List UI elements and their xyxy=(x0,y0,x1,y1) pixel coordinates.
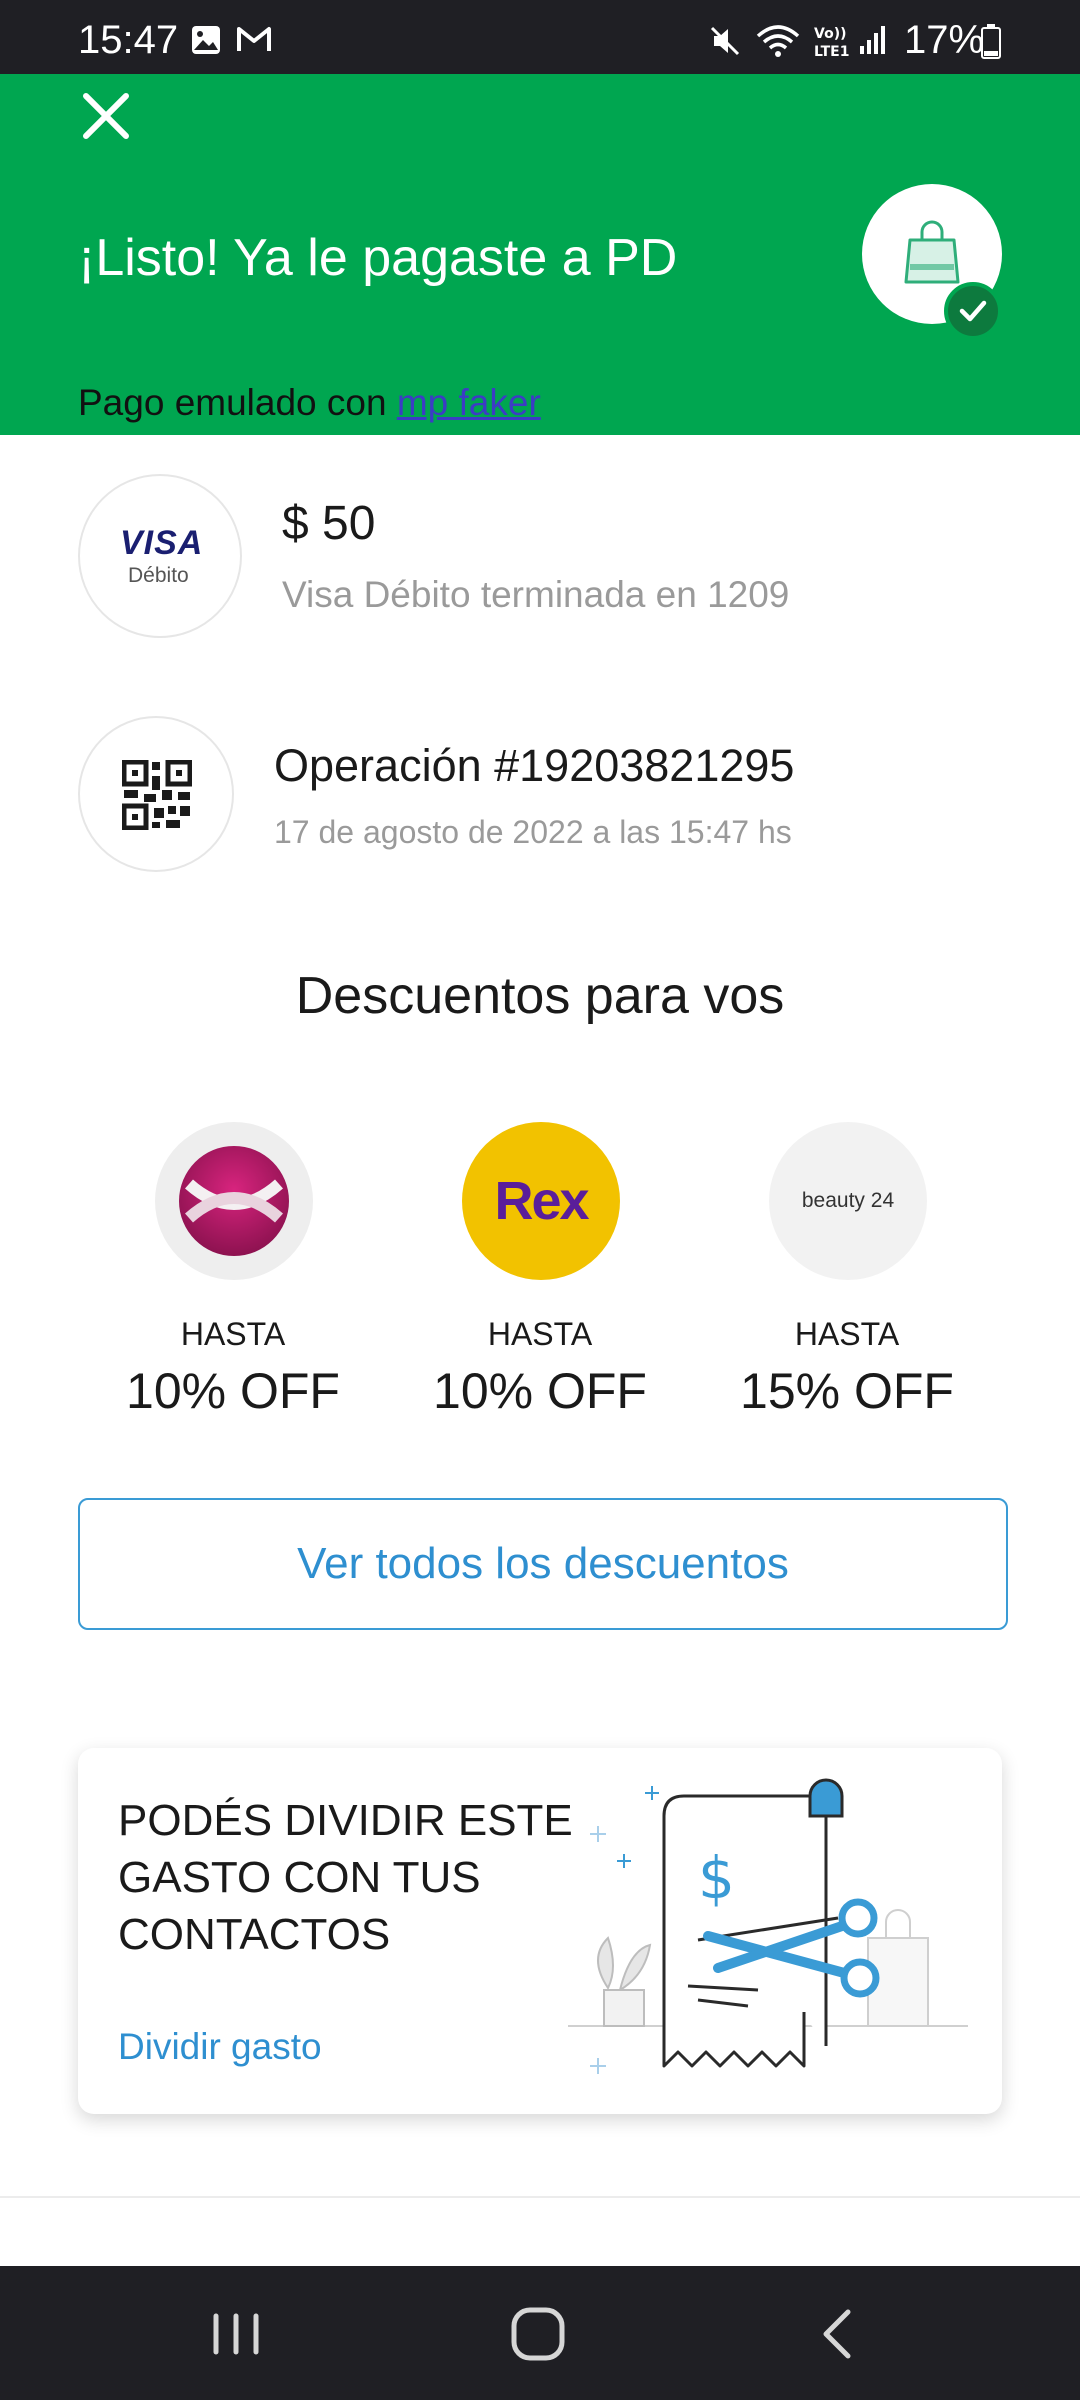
wifi-icon xyxy=(756,25,800,57)
success-header: ¡Listo! Ya le pagaste a PD Pago emulado … xyxy=(0,74,1080,435)
page-title: ¡Listo! Ya le pagaste a PD xyxy=(78,229,678,287)
mute-icon xyxy=(710,26,740,56)
emulated-prefix: Pago emulado con xyxy=(78,382,397,423)
battery-icon xyxy=(981,24,1001,59)
gmail-icon xyxy=(237,27,271,51)
status-time: 15:47 xyxy=(78,18,179,62)
divider xyxy=(0,2196,1080,2198)
operation-title: Operación #19203821295 xyxy=(274,740,795,791)
split-title: PODÉS DIVIDIR ESTE GASTO CON TUS CONTACT… xyxy=(118,1796,573,1959)
recent-apps-icon[interactable] xyxy=(196,2294,276,2374)
see-all-discounts-button[interactable]: Ver todos los descuentos xyxy=(78,1498,1008,1630)
signal-icon xyxy=(860,26,885,54)
split-expense-link[interactable]: Dividir gasto xyxy=(118,2026,322,2068)
card-description: Visa Débito terminada en 1209 xyxy=(282,574,790,615)
payment-amount: $ 50 xyxy=(282,497,376,550)
discount-label: HASTA xyxy=(180,1316,286,1352)
svg-text:LTE1: LTE1 xyxy=(814,44,849,60)
discounts-title: Descuentos para vos xyxy=(295,967,785,1025)
beauty24-logo-text: beauty 24 xyxy=(801,1189,895,1212)
discount-value: 15% OFF xyxy=(740,1363,954,1419)
close-icon[interactable] xyxy=(76,86,136,146)
emulated-payment-note: Pago emulado con mp faker xyxy=(78,382,541,424)
svg-text:Vo)): Vo)) xyxy=(814,26,846,42)
back-icon[interactable] xyxy=(800,2294,880,2374)
status-bar: 15:47 Vo)) LTE1 17% xyxy=(0,0,1080,74)
check-badge xyxy=(944,282,1002,340)
xtreme-brand-icon xyxy=(179,1146,289,1256)
discount-label: HASTA xyxy=(794,1316,900,1352)
visa-logo: VISA xyxy=(120,524,204,562)
rex-logo: Rex xyxy=(462,1122,620,1280)
beauty24-logo: beauty 24 xyxy=(769,1122,927,1280)
xtreme-logo xyxy=(155,1122,313,1280)
svg-text:$: $ xyxy=(698,1844,735,1912)
operation-icon-circle xyxy=(78,716,234,872)
mp-faker-link[interactable]: mp faker xyxy=(397,382,541,423)
split-expense-card: PODÉS DIVIDIR ESTE GASTO CON TUS CONTACT… xyxy=(78,1748,1002,2114)
system-nav-bar xyxy=(0,2266,1080,2400)
receipt-scissors-illustration: $ xyxy=(568,1778,968,2074)
battery-percent: 17% xyxy=(904,18,985,62)
qr-code-icon xyxy=(122,760,192,830)
check-icon xyxy=(959,300,987,322)
visa-card-icon: VISA Débito xyxy=(78,474,242,638)
visa-card-type: Débito xyxy=(128,564,189,587)
discount-value: 10% OFF xyxy=(433,1363,647,1419)
volte-icon: Vo)) LTE1 xyxy=(814,26,849,60)
gallery-icon xyxy=(192,26,220,54)
discount-value: 10% OFF xyxy=(126,1363,340,1419)
rex-logo-text: Rex xyxy=(494,1171,589,1231)
shopping-bag-icon xyxy=(904,220,960,284)
home-icon[interactable] xyxy=(498,2294,578,2374)
operation-date: 17 de agosto de 2022 a las 15:47 hs xyxy=(274,814,792,850)
discount-label: HASTA xyxy=(487,1316,593,1352)
